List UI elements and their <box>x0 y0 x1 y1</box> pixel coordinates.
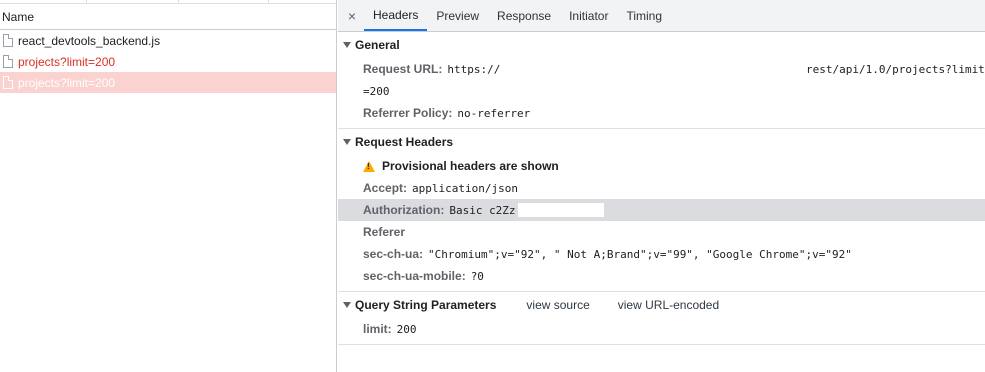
request-url-start: https:// <box>447 62 501 76</box>
request-url-wrap: =200 <box>363 84 390 98</box>
param-key: limit: <box>363 322 392 336</box>
provisional-headers-warning: Provisional headers are shown <box>338 155 985 177</box>
request-url-row: Request URL: https:// rest/api/1.0/proje… <box>338 58 985 80</box>
name-column-header[interactable]: Name <box>0 4 336 30</box>
timeline-strip <box>0 0 336 4</box>
param-value: 200 <box>396 322 417 336</box>
request-url-label: Request URL: <box>363 62 443 76</box>
request-name: projects?limit=200 <box>18 54 116 69</box>
request-details-panel: × Headers Preview Response Initiator Tim… <box>338 0 985 372</box>
header-row-referer: Referer <box>338 221 985 243</box>
header-value: "Chromium";v="92", " Not A;Brand";v="99"… <box>428 247 852 261</box>
request-row-react-devtools[interactable]: react_devtools_backend.js <box>0 30 336 51</box>
view-url-encoded-link[interactable]: view URL-encoded <box>618 298 719 312</box>
tab-initiator[interactable]: Initiator <box>560 0 617 31</box>
details-tabbar: × Headers Preview Response Initiator Tim… <box>338 0 985 32</box>
header-row-accept: Accept: application/json <box>338 177 985 199</box>
expanded-triangle-icon <box>343 42 351 48</box>
document-icon <box>3 55 13 68</box>
request-row-projects-selected[interactable]: projects?limit=200 <box>0 72 336 93</box>
expanded-triangle-icon <box>343 302 351 308</box>
header-value: no-referrer <box>457 106 531 120</box>
section-title: Request Headers <box>355 135 454 149</box>
header-row-sec-ch-ua-mobile: sec-ch-ua-mobile: ?0 <box>338 265 985 287</box>
section-title: Query String Parameters <box>355 298 497 312</box>
query-string-section: Query String Parameters view source view… <box>338 292 985 345</box>
request-name: react_devtools_backend.js <box>18 33 161 48</box>
tab-timing[interactable]: Timing <box>617 0 671 31</box>
referrer-policy-row: Referrer Policy: no-referrer <box>338 102 985 124</box>
header-row-sec-ch-ua: sec-ch-ua: "Chromium";v="92", " Not A;Br… <box>338 243 985 265</box>
request-headers-section: Request Headers Provisional headers are … <box>338 129 985 292</box>
request-headers-section-header[interactable]: Request Headers <box>338 129 985 155</box>
view-source-link[interactable]: view source <box>526 298 589 312</box>
header-key: Accept: <box>363 181 408 195</box>
name-column-label: Name <box>2 9 35 24</box>
general-section: General Request URL: https:// rest/api/1… <box>338 32 985 129</box>
expanded-triangle-icon <box>343 139 351 145</box>
header-value: Basic c2Zz <box>449 203 516 217</box>
tab-headers[interactable]: Headers <box>364 0 428 31</box>
warning-text: Provisional headers are shown <box>382 159 559 173</box>
header-key: Referrer Policy: <box>363 106 453 120</box>
header-value: application/json <box>412 181 518 195</box>
warning-icon <box>363 160 375 172</box>
tab-response[interactable]: Response <box>488 0 560 31</box>
section-title: General <box>355 38 400 52</box>
header-row-authorization: Authorization: Basic c2Zz <box>338 199 985 221</box>
query-param-limit: limit: 200 <box>338 318 985 340</box>
tab-preview[interactable]: Preview <box>427 0 488 31</box>
query-string-section-header[interactable]: Query String Parameters view source view… <box>338 292 985 318</box>
document-icon <box>3 76 13 89</box>
header-key: sec-ch-ua: <box>363 247 424 261</box>
header-key: Authorization: <box>363 203 445 217</box>
header-value: ?0 <box>470 269 484 283</box>
general-section-header[interactable]: General <box>338 32 985 58</box>
header-key: Referer <box>363 225 406 239</box>
request-name: projects?limit=200 <box>18 75 116 90</box>
request-row-projects-failed[interactable]: projects?limit=200 <box>0 51 336 72</box>
request-url-end: rest/api/1.0/projects?limit <box>806 62 985 76</box>
header-key: sec-ch-ua-mobile: <box>363 269 466 283</box>
redaction-box <box>517 203 604 217</box>
document-icon <box>3 34 13 47</box>
request-list-panel: Name react_devtools_backend.js projects?… <box>0 0 337 372</box>
close-icon[interactable]: × <box>344 1 360 31</box>
